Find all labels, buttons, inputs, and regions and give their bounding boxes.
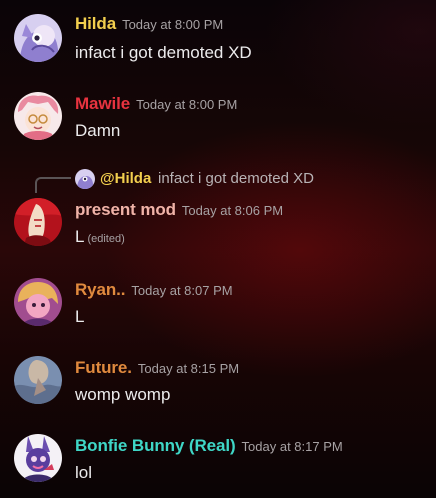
message-timestamp: Today at 8:00 PM [122, 17, 224, 32]
message-text: Damn [75, 121, 121, 140]
author-name[interactable]: present mod [75, 200, 176, 219]
reply-mention[interactable]: @Hilda [100, 168, 151, 190]
message-timestamp: Today at 8:17 PM [241, 439, 343, 454]
message-timestamp: Today at 8:00 PM [136, 97, 238, 112]
avatar[interactable] [14, 278, 62, 326]
message-text: infact i got demoted XD [75, 43, 252, 62]
avatar[interactable] [14, 434, 62, 482]
reply-avatar [75, 169, 95, 189]
reply-text[interactable]: infact i got demoted XD [158, 168, 314, 190]
avatar[interactable] [14, 92, 62, 140]
message-text: lol [75, 463, 93, 482]
message-text: L [75, 307, 85, 326]
author-name[interactable]: Future. [75, 358, 132, 377]
reply-preview[interactable]: @Hilda infact i got demoted XD [0, 168, 436, 193]
avatar[interactable] [14, 356, 62, 404]
author-name[interactable]: Ryan.. [75, 280, 126, 299]
avatar[interactable] [14, 198, 62, 246]
message-body: L [75, 227, 85, 246]
chat-message-list: Hilda Today at 8:00 PM infact i got demot… [0, 0, 436, 498]
avatar[interactable] [14, 14, 62, 62]
edited-label: (edited) [87, 233, 125, 245]
message-timestamp: Today at 8:07 PM [131, 283, 233, 298]
message-timestamp: Today at 8:15 PM [137, 361, 240, 376]
author-name[interactable]: Hilda [75, 14, 116, 33]
message-text: womp womp [75, 385, 171, 404]
reply-connector [35, 177, 71, 193]
author-name[interactable]: Bonfie Bunny (Real) [75, 436, 236, 455]
message-text: L (edited) [75, 226, 125, 250]
message-timestamp: Today at 8:06 PM [181, 203, 284, 218]
author-name[interactable]: Mawile [75, 94, 130, 113]
